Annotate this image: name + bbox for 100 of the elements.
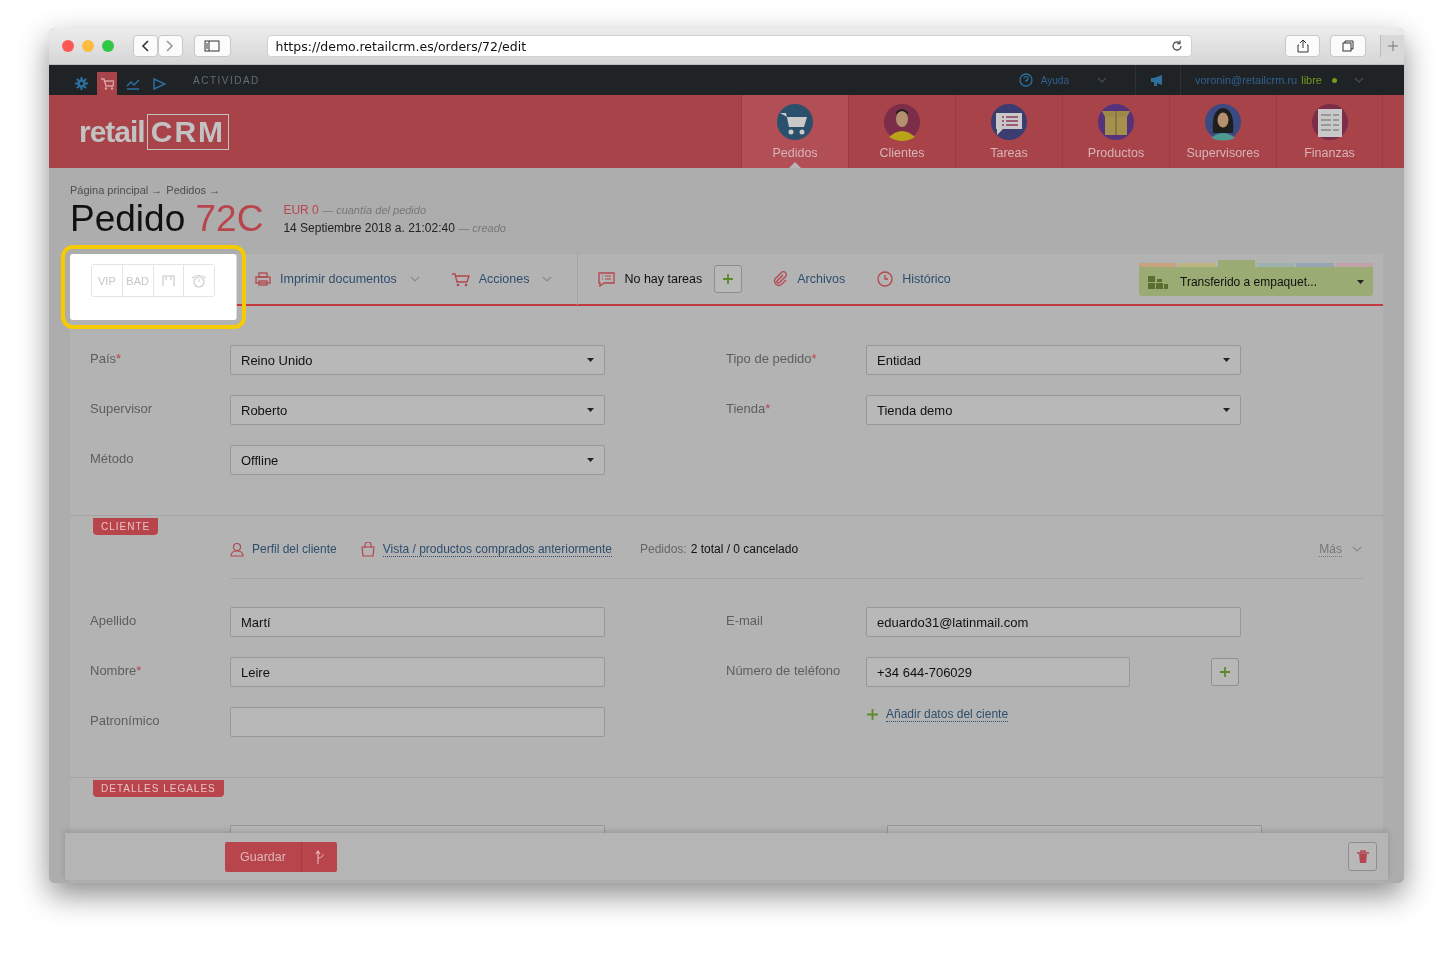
field-label: Nombre* bbox=[90, 662, 143, 678]
share-button[interactable] bbox=[1284, 35, 1321, 57]
nav-tab[interactable]: Productos bbox=[1062, 95, 1169, 168]
plus-icon bbox=[867, 709, 878, 720]
plus-icon bbox=[1219, 666, 1231, 678]
select-field[interactable]: Tienda demo bbox=[866, 395, 1241, 425]
help-icon[interactable] bbox=[1018, 73, 1033, 87]
breadcrumb-link[interactable]: Pedidos → bbox=[166, 184, 221, 196]
field-label: Apellido bbox=[90, 612, 138, 628]
delete-button[interactable] bbox=[1348, 842, 1377, 871]
chevron-icon[interactable] bbox=[1354, 77, 1364, 83]
input-field[interactable]: Martí bbox=[230, 607, 605, 637]
person-icon bbox=[883, 103, 921, 141]
box-icon bbox=[1097, 103, 1135, 141]
nav-tab[interactable]: Supervisores bbox=[1169, 95, 1276, 168]
cart-icon bbox=[776, 103, 814, 141]
add-task-button[interactable] bbox=[714, 265, 743, 293]
input-field[interactable]: eduardo31@latinmail.com bbox=[866, 607, 1241, 637]
nav-tab[interactable]: Pedidos bbox=[741, 95, 848, 168]
status-stage[interactable] bbox=[1217, 260, 1255, 267]
print-button[interactable]: Imprimir documentos bbox=[255, 272, 420, 286]
select-field[interactable]: Roberto bbox=[230, 395, 605, 425]
minimize-icon[interactable] bbox=[82, 40, 94, 52]
caret-icon bbox=[1223, 408, 1230, 412]
person-icon bbox=[1204, 103, 1242, 141]
bag-icon bbox=[360, 541, 375, 557]
files-button[interactable]: Archivos bbox=[772, 271, 846, 287]
cart-icon bbox=[451, 271, 470, 287]
caret-icon bbox=[587, 408, 594, 412]
status-stage[interactable] bbox=[1139, 263, 1177, 267]
status-stage[interactable] bbox=[1178, 263, 1216, 267]
plus-icon bbox=[1386, 40, 1399, 52]
input-field[interactable] bbox=[230, 825, 605, 833]
status-stage[interactable] bbox=[1257, 263, 1295, 267]
input-field[interactable]: Leire bbox=[230, 657, 605, 687]
purchase-history-link[interactable]: Vista / productos comprados anteriormente bbox=[360, 541, 612, 557]
input-field[interactable]: +34 644-706029 bbox=[866, 657, 1130, 687]
sidebar-button[interactable] bbox=[193, 35, 231, 57]
add-phone-button[interactable] bbox=[1211, 658, 1239, 686]
new-tab-button[interactable] bbox=[1380, 35, 1404, 57]
caret-icon bbox=[1357, 279, 1364, 284]
status-stage[interactable] bbox=[1335, 263, 1373, 267]
tasks-label: No hay tareas bbox=[624, 272, 703, 286]
blocks-icon bbox=[1148, 273, 1168, 290]
address-bar[interactable]: https://demo.retailcrm.es/orders/72/edit bbox=[266, 35, 1192, 57]
status-stage[interactable] bbox=[1296, 263, 1334, 267]
select-field[interactable]: Entidad bbox=[866, 345, 1241, 375]
nav-tab[interactable]: Tareas bbox=[955, 95, 1062, 168]
caret-icon bbox=[587, 458, 594, 462]
breadcrumb-link[interactable]: Página principal → bbox=[70, 184, 163, 196]
caret-icon bbox=[1223, 358, 1230, 362]
field-label: Tienda* bbox=[726, 400, 772, 416]
clock-icon bbox=[877, 271, 894, 287]
input-field[interactable] bbox=[887, 825, 1262, 833]
select-field[interactable]: Reino Unido bbox=[230, 345, 605, 375]
add-data-link[interactable]: Añadir datos del ciente bbox=[867, 707, 1009, 722]
orders-count: 2 total / 0 cancelado bbox=[690, 542, 799, 556]
chevron-right-icon bbox=[166, 40, 175, 52]
nav-tab[interactable]: Clientes bbox=[848, 95, 955, 168]
reload-icon[interactable] bbox=[1170, 40, 1183, 52]
tabs-icon bbox=[1342, 40, 1355, 52]
chat-icon bbox=[990, 103, 1028, 141]
cart-icon[interactable] bbox=[97, 72, 117, 95]
zoom-icon[interactable] bbox=[102, 40, 114, 52]
document-icon bbox=[1310, 103, 1349, 141]
tabs-button[interactable] bbox=[1330, 35, 1367, 57]
chevron-icon bbox=[542, 276, 553, 282]
status-dropdown[interactable]: Transferido a empaquet... bbox=[1139, 267, 1373, 296]
chevron-icon bbox=[409, 276, 420, 282]
nav-tab[interactable]: Finanzas bbox=[1276, 95, 1383, 168]
more-button[interactable]: Más bbox=[1319, 541, 1362, 557]
section-label: CLIENTE bbox=[93, 518, 159, 535]
status-dot bbox=[1332, 77, 1337, 83]
save-exit-button[interactable] bbox=[301, 841, 337, 872]
select-field[interactable]: Offline bbox=[230, 445, 605, 475]
trash-icon bbox=[1356, 849, 1369, 864]
field-label: E-mail bbox=[726, 612, 764, 628]
user-email[interactable]: voronin@retailcrm.ru bbox=[1194, 74, 1298, 86]
actions-button[interactable]: Acciones bbox=[451, 271, 553, 287]
caret-icon bbox=[587, 358, 594, 362]
person-icon bbox=[230, 541, 244, 557]
orders-label: Pedidos: bbox=[639, 542, 687, 556]
input-field[interactable] bbox=[230, 707, 605, 737]
save-button[interactable]: Guardar bbox=[225, 841, 301, 872]
field-label: Patronímico bbox=[90, 712, 161, 728]
back-button[interactable] bbox=[133, 35, 158, 57]
field-label: Tipo de pedido* bbox=[726, 350, 818, 366]
field-label: Método bbox=[90, 450, 135, 466]
help-link[interactable]: Ayuda bbox=[1040, 74, 1069, 86]
client-profile-link[interactable]: Perfil del cliente bbox=[230, 541, 337, 557]
share-icon bbox=[1296, 39, 1309, 53]
history-button[interactable]: Histórico bbox=[877, 271, 951, 287]
arrow-up-icon bbox=[314, 849, 325, 864]
created-date: 14 Septiembre 2018 a. 21:02:40 bbox=[283, 221, 455, 235]
chevron-icon[interactable] bbox=[1096, 77, 1107, 83]
forward-button[interactable] bbox=[157, 35, 183, 57]
chevron-left-icon bbox=[141, 40, 150, 52]
bookmark-icon bbox=[161, 274, 175, 287]
close-icon[interactable] bbox=[62, 40, 74, 52]
activity-label[interactable]: ACTIVIDAD bbox=[193, 74, 260, 86]
